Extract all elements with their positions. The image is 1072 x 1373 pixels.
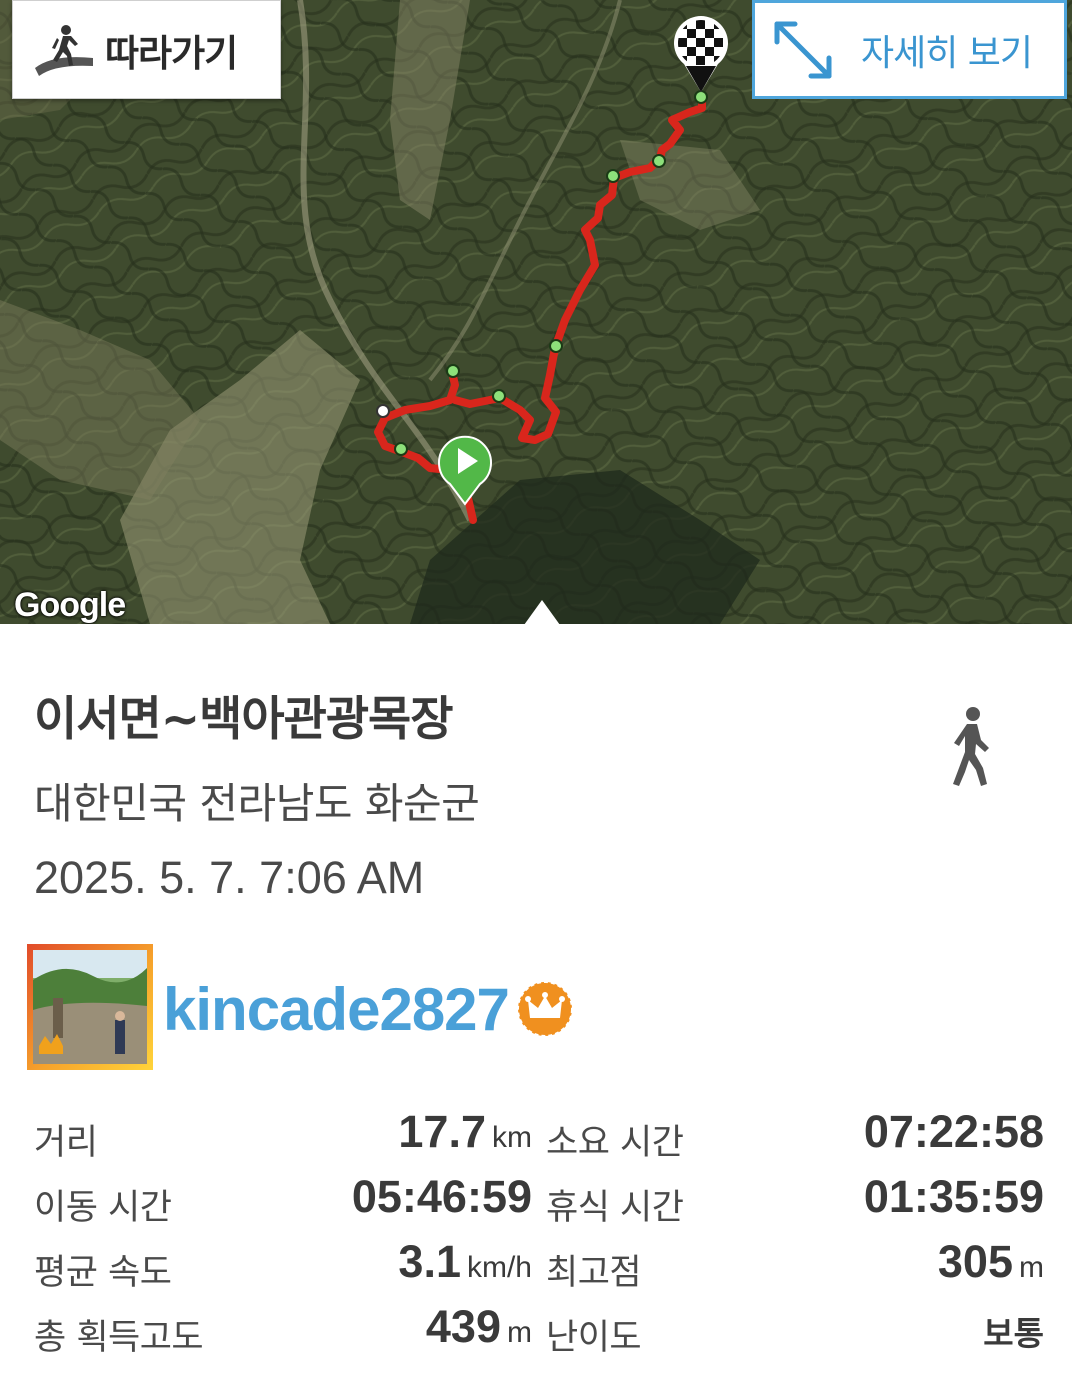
user-avatar[interactable] (27, 944, 153, 1070)
stat-row: 총 획득고도 439 m 난이도 보통 (0, 1295, 1072, 1360)
avg-speed-value: 3.1 km/h (398, 1236, 532, 1287)
username-link[interactable]: kincade2827 (163, 975, 510, 1044)
moving-time-value: 05:46:59 (351, 1171, 532, 1222)
google-attribution: Google (14, 586, 126, 624)
map-pointer-notch (524, 600, 560, 624)
walking-person-icon (953, 707, 989, 786)
stat-row: 평균 속도 3.1 km/h 최고점 305 m (0, 1230, 1072, 1295)
distance-value: 17.7 km (398, 1106, 532, 1157)
hiker-on-path-icon (35, 24, 93, 76)
total-ascent-label: 총 획득고도 (34, 1318, 204, 1358)
max-elevation-value: 305 m (937, 1236, 1044, 1287)
stat-row: 거리 17.7 km 소요 시간 07:22:58 (0, 1100, 1072, 1165)
stat-row: 이동 시간 05:46:59 휴식 시간 01:35:59 (0, 1165, 1072, 1230)
detail-button-label: 자세히 보기 (861, 32, 1033, 74)
difficulty-value: 보통 (983, 1314, 1044, 1353)
total-ascent-value: 439 m (425, 1301, 532, 1352)
avg-speed-label: 평균 속도 (34, 1253, 172, 1293)
view-details-button[interactable]: 자세히 보기 (752, 0, 1067, 99)
crown-badge-icon (517, 981, 573, 1037)
route-map[interactable]: 따라가기 자세히 보기 Google (0, 0, 1072, 624)
difficulty-label: 난이도 (546, 1318, 642, 1358)
follow-button-label: 따라가기 (105, 31, 238, 75)
total-time-label: 소요 시간 (546, 1123, 684, 1163)
distance-label: 거리 (34, 1123, 98, 1163)
finish-checkered-flag-marker-icon[interactable] (672, 14, 730, 94)
total-time-value: 07:22:58 (863, 1106, 1044, 1157)
rest-time-value: 01:35:59 (863, 1171, 1044, 1222)
avatar-photo (33, 950, 147, 1064)
track-title: 이서면~백아관광목장 (34, 692, 454, 747)
rest-time-label: 휴식 시간 (546, 1188, 684, 1228)
expand-arrows-icon (774, 21, 832, 78)
start-play-marker-icon[interactable] (436, 434, 494, 506)
moving-time-label: 이동 시간 (34, 1188, 172, 1228)
track-stats: 거리 17.7 km 소요 시간 07:22:58 이동 시간 05:46:59 … (0, 1100, 1072, 1360)
follow-route-button[interactable]: 따라가기 (12, 0, 281, 99)
track-datetime: 2025. 5. 7. 7:06 AM (34, 852, 425, 903)
max-elevation-label: 최고점 (546, 1253, 642, 1293)
track-location: 대한민국 전라남도 화순군 (34, 779, 480, 828)
